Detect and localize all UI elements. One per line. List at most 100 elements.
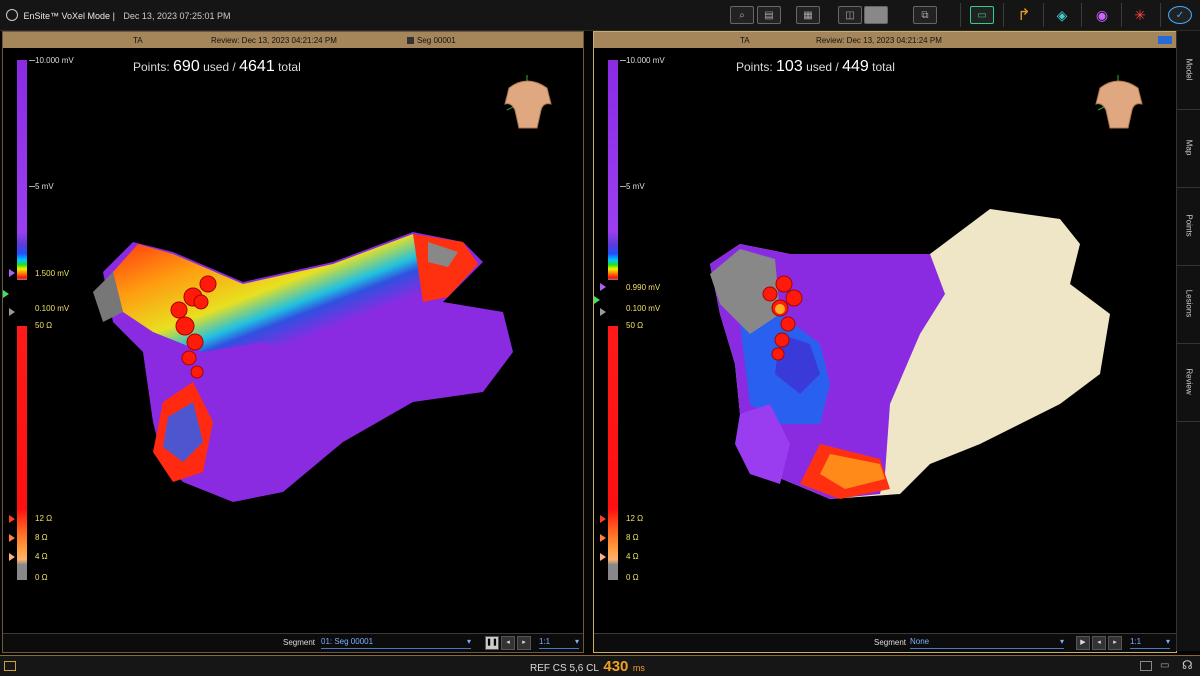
tab-lesions[interactable]: Lesions [1177,265,1200,344]
catheter-button[interactable]: ↱ [1012,4,1036,26]
map-name: TA [740,36,750,45]
impedance-marker-8[interactable] [600,534,606,542]
orientation-torso-icon[interactable] [1088,70,1148,130]
left-panel-footer: Segment 01: Seg 00001 ▾ ❚❚ ◂ ▸ 1:1 ▾ [3,633,583,652]
layout-icon: ▦ [796,6,820,24]
expand-icon[interactable] [1158,36,1172,44]
impedance-max-label: 50 Ω [626,321,644,330]
right-panel-header: TA Review: Dec 13, 2023 04:21:24 PM [594,32,1176,48]
mask-button[interactable]: ◈ [1050,4,1074,26]
step-forward-button[interactable]: ▸ [517,636,531,650]
headset-icon[interactable]: ☊ [1182,658,1193,672]
dual-view-button[interactable]: ◫ [838,4,862,26]
search-icon: ⌕ [730,6,754,24]
right-panel-footer: Segment None ▾ ▶ ◂ ▸ 1:1 ▾ [594,633,1176,652]
step-forward-button[interactable]: ▸ [1108,636,1122,650]
single-view-button[interactable] [864,4,888,26]
navigation-icon: ✓ [1168,6,1192,24]
orientation-torso-icon[interactable] [497,70,557,130]
app-brand: EnSite™ VoXel Mode | Dec 13, 2023 07:25:… [6,9,231,21]
catheter-icon: ↱ [1017,7,1031,24]
impedance-marker-4[interactable] [600,553,606,561]
voltage-color-bar[interactable] [608,60,618,280]
tablet-icon[interactable]: ▭ [1160,660,1169,671]
right-voltage-map[interactable] [680,204,1120,504]
voltage-upper-label: 1.500 mV [35,269,70,278]
upper-threshold-marker[interactable] [600,283,606,291]
screen-button[interactable]: ⧉ [913,4,937,26]
ensite-logo-icon [6,9,18,21]
ablation-button[interactable]: ✳ [1128,4,1152,26]
status-bar: REF CS 5,6 CL 430 ms ▭ ☊ [0,655,1200,676]
impedance-max-label: 50 Ω [35,321,53,330]
tab-map[interactable]: Map [1177,109,1200,188]
segment-icon [407,37,414,44]
right-map-panel[interactable]: TA Review: Dec 13, 2023 04:21:24 PM Poin… [593,31,1177,653]
lower-threshold-marker[interactable] [9,308,15,316]
single-view-icon [864,6,888,24]
impedance-8-label: 8 Ω [35,533,48,542]
chevron-down-icon: ▾ [1165,637,1170,646]
chevron-down-icon: ▾ [466,637,471,646]
segment-select[interactable]: 01: Seg 00001 ▾ [321,637,471,649]
points-total: 4641 [239,58,275,75]
impedance-marker-4[interactable] [9,553,15,561]
tab-model[interactable]: Model [1177,31,1200,110]
points-total: 449 [842,58,869,75]
pointer-marker[interactable] [594,296,600,304]
voltage-max-label: 10.000 mV [35,56,74,65]
chevron-down-icon: ▾ [574,637,579,646]
points-readout: Points: 103 used / 449 total [736,58,895,75]
left-voltage-map[interactable] [83,202,523,502]
step-back-button[interactable]: ◂ [501,636,515,650]
pause-button[interactable]: ❚❚ [485,636,499,650]
step-back-button[interactable]: ◂ [1092,636,1106,650]
impedance-color-bar[interactable] [608,326,618,580]
dual-view-icon: ◫ [838,6,862,24]
impedance-marker-12[interactable] [9,515,15,523]
voltage-lower-label: 0.100 mV [35,304,70,313]
voltage-lower-label: 0.100 mV [626,304,661,313]
impedance-0-label: 0 Ω [626,573,639,582]
upper-threshold-marker[interactable] [9,269,15,277]
voltage-color-bar[interactable] [17,60,27,280]
window-icon[interactable] [4,661,16,671]
display-button[interactable]: ▤ [757,4,781,26]
playback-ratio-select[interactable]: 1:1 ▾ [539,637,579,649]
screen-icon: ⧉ [913,6,937,24]
left-panel-header: TA Review: Dec 13, 2023 04:21:24 PM Seg … [3,32,583,48]
voltage-mid-label: 5 mV [35,182,54,191]
lower-threshold-marker[interactable] [600,308,606,316]
impedance-8-label: 8 Ω [626,533,639,542]
navigation-button[interactable]: ✓ [1168,4,1192,26]
voltage-mid-label: 5 mV [626,182,645,191]
display-icon: ▤ [757,6,781,24]
chevron-down-icon: ▾ [1059,637,1064,646]
impedance-marker-12[interactable] [600,515,606,523]
pointer-marker[interactable] [3,290,9,298]
monitor-button[interactable]: ▭ [970,4,994,26]
impedance-marker-8[interactable] [9,534,15,542]
impedance-12-label: 12 Ω [626,514,644,523]
impedance-color-bar[interactable] [17,326,27,580]
mapping-button[interactable]: ◉ [1090,4,1114,26]
impedance-4-label: 4 Ω [35,552,48,561]
monitor-icon: ▭ [970,6,994,24]
play-button[interactable]: ▶ [1076,636,1090,650]
playback-ratio-select[interactable]: 1:1 ▾ [1130,637,1170,649]
mapping-icon: ◉ [1095,6,1109,23]
tab-points[interactable]: Points [1177,187,1200,266]
points-used: 690 [173,58,200,75]
keyboard-icon[interactable] [1140,661,1152,671]
left-map-panel[interactable]: TA Review: Dec 13, 2023 04:21:24 PM Seg … [2,31,584,653]
map-name: TA [133,36,143,45]
side-tab-strip: Model Map Points Lesions Review [1176,31,1200,651]
impedance-12-label: 12 Ω [35,514,53,523]
impedance-0-label: 0 Ω [35,573,48,582]
voltage-max-label: 10.000 mV [626,56,665,65]
search-button[interactable]: ⌕ [730,4,754,26]
segment-select[interactable]: None ▾ [910,637,1064,649]
datetime: Dec 13, 2023 07:25:01 PM [123,11,231,21]
tab-review[interactable]: Review [1177,343,1200,422]
layout-button[interactable]: ▦ [796,4,820,26]
